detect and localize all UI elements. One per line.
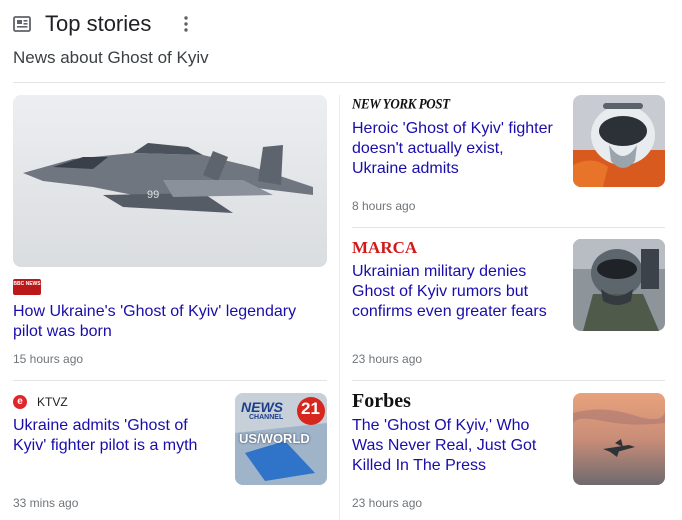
story-timestamp: 15 hours ago [13, 352, 84, 366]
story-card-marca[interactable]: MARCA Ukrainian military denies Ghost of… [352, 238, 665, 373]
more-options-icon[interactable] [184, 16, 188, 32]
story-image-jet: 99 [13, 95, 327, 267]
story-thumbnail-pilot-cockpit [573, 239, 665, 331]
story-headline[interactable]: The 'Ghost Of Kyiv,' Who Was Never Real,… [352, 416, 562, 476]
ktvz-logo-icon: e [13, 395, 27, 409]
row-divider [352, 227, 665, 228]
section-subtitle: News about Ghost of Kyiv [13, 48, 209, 67]
row-divider [13, 380, 327, 381]
story-card-bbc[interactable]: 99 BBC NEWS How Ukraine's 'Ghost of Kyiv… [13, 95, 328, 380]
story-card-ktvz[interactable]: e KTVZ Ukraine admits 'Ghost of Kyiv' fi… [13, 392, 328, 517]
news-channel-text-3: US/WORLD [239, 431, 310, 446]
news-channel-number: 21 [301, 399, 320, 418]
new-york-post-logo: NEW YORK POST [352, 95, 450, 112]
top-stories-header: Top stories [13, 10, 151, 38]
story-card-forbes[interactable]: Forbes The 'Ghost Of Kyiv,' Who Was Neve… [352, 390, 665, 517]
column-divider [339, 95, 340, 520]
section-title: Top stories [45, 11, 152, 36]
forbes-logo: Forbes [352, 390, 411, 412]
news-channel-text-1: NEWS [241, 399, 283, 415]
story-headline[interactable]: Ukraine admits 'Ghost of Kyiv' fighter p… [13, 416, 218, 456]
marca-logo: MARCA [352, 238, 418, 257]
story-headline[interactable]: Heroic 'Ghost of Kyiv' fighter doesn't a… [352, 119, 557, 179]
story-headline[interactable]: How Ukraine's 'Ghost of Kyiv' legendary … [13, 302, 323, 342]
story-thumbnail-pilot [573, 95, 665, 187]
story-timestamp: 23 hours ago [352, 352, 423, 366]
source-name: KTVZ [37, 395, 68, 409]
jet-number: 99 [147, 189, 159, 201]
newspaper-icon [13, 16, 31, 32]
story-thumbnail-news-channel: NEWS CHANNEL 21 US/WORLD [235, 393, 327, 485]
story-headline[interactable]: Ukrainian military denies Ghost of Kyiv … [352, 262, 562, 322]
story-timestamp: 33 mins ago [13, 496, 79, 510]
row-divider [352, 380, 665, 381]
story-timestamp: 8 hours ago [352, 199, 416, 213]
story-card-nypost[interactable]: NEW YORK POST Heroic 'Ghost of Kyiv' fig… [352, 95, 665, 220]
header-divider [13, 82, 665, 83]
bbc-news-logo: BBC NEWS [13, 279, 41, 295]
story-thumbnail-jet-sky [573, 393, 665, 485]
news-channel-text-2: CHANNEL [249, 414, 284, 421]
story-timestamp: 23 hours ago [352, 496, 423, 510]
